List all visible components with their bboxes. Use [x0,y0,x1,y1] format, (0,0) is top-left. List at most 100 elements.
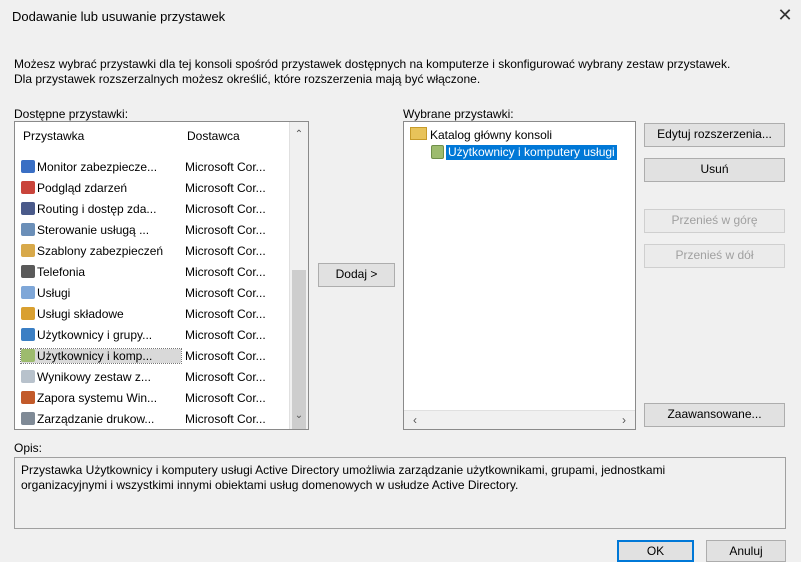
snapin-vendor: Microsoft Cor... [185,391,266,405]
add-button[interactable]: Dodaj > [318,263,395,287]
move-up-button[interactable]: Przenieś w górę [644,209,785,233]
event-viewer-icon [21,181,35,194]
firewall-icon [21,391,35,404]
snapin-vendor: Microsoft Cor... [185,370,266,384]
print-management-icon [21,412,35,425]
list-item[interactable]: Użytkownicy i komp... Microsoft Cor... [15,347,290,366]
move-down-button[interactable]: Przenieś w dół [644,244,785,268]
ad-users-computers-icon [21,349,35,362]
cancel-button[interactable]: Anuluj [706,540,786,562]
available-snapins-label: Dostępne przystawki: [14,107,129,121]
snapin-name: Podgląd zdarzeń [21,181,181,195]
snapin-name-text: Zapora systemu Win... [37,391,158,405]
scrollbar-thumb[interactable] [292,270,306,429]
snapin-name-text: Usługi składowe [37,307,124,321]
edit-extensions-button[interactable]: Edytuj rozszerzenia... [644,123,785,147]
telephony-icon [21,265,35,278]
scroll-down-icon[interactable]: ⌄ [290,407,308,425]
scroll-up-icon[interactable]: ⌃ [290,126,308,144]
window-title: Dodawanie lub usuwanie przystawek [12,9,226,24]
list-item[interactable]: Użytkownicy i grupy... Microsoft Cor... [15,326,290,345]
description-label: Opis: [14,441,43,455]
ad-users-computers-icon [431,145,444,159]
ok-button[interactable]: OK [617,540,694,562]
snapin-vendor: Microsoft Cor... [185,181,266,195]
intro-text: Możesz wybrać przystawki dla tej konsoli… [14,57,794,87]
list-item[interactable]: Zarządzanie drukow... Microsoft Cor... [15,410,290,429]
snapin-name: Telefonia [21,265,181,279]
description-line-1: Przystawka Użytkownicy i komputery usług… [21,463,666,477]
snapin-name-text: Monitor zabezpiecze... [37,160,158,174]
snapin-name: Zarządzanie drukow... [21,412,181,426]
service-control-icon [21,223,35,236]
snapin-vendor: Microsoft Cor... [185,160,266,174]
snapin-name: Sterowanie usługą ... [21,223,181,237]
security-monitor-icon [21,160,35,173]
snapin-vendor: Microsoft Cor... [185,328,266,342]
selected-snapins-tree[interactable]: Katalog główny konsoli Użytkownicy i kom… [403,121,636,430]
list-item[interactable]: Zapora systemu Win... Microsoft Cor... [15,389,290,408]
column-header-snapin[interactable]: Przystawka [23,129,84,143]
tree-item-console-root[interactable]: Katalog główny konsoli [410,127,552,142]
remove-button[interactable]: Usuń [644,158,785,182]
snapin-vendor: Microsoft Cor... [185,412,266,426]
selected-snapins-label: Wybrane przystawki: [403,107,514,121]
routing-icon [21,202,35,215]
snapin-name-text: Szablony zabezpieczeń [37,244,164,258]
list-item[interactable]: Usługi składowe Microsoft Cor... [15,305,290,324]
description-line-2: organizacyjnymi i wszystkimi innymi obie… [21,478,519,492]
vertical-scrollbar[interactable]: ⌃ ⌄ [289,122,308,429]
snapin-vendor: Microsoft Cor... [185,265,266,279]
snapin-name-text: Wynikowy zestaw z... [37,370,151,384]
snapin-name: Szablony zabezpieczeń [21,244,181,258]
list-item[interactable]: Monitor zabezpiecze... Microsoft Cor... [15,158,290,177]
snapin-name-text: Zarządzanie drukow... [37,412,155,426]
list-item[interactable]: Usługi Microsoft Cor... [15,284,290,303]
security-templates-icon [21,244,35,257]
list-item[interactable]: Routing i dostęp zda... Microsoft Cor... [15,200,290,219]
horizontal-scrollbar[interactable]: ‹ › [404,410,635,429]
list-item[interactable]: Sterowanie usługą ... Microsoft Cor... [15,221,290,240]
snapin-name: Wynikowy zestaw z... [21,370,181,384]
intro-line-1: Możesz wybrać przystawki dla tej konsoli… [14,57,731,71]
snapin-name: Usługi składowe [21,307,181,321]
list-item[interactable]: Szablony zabezpieczeń Microsoft Cor... [15,242,290,261]
tree-item-label: Katalog główny konsoli [430,128,553,142]
snapin-name-text: Podgląd zdarzeń [37,181,128,195]
snapin-name-text: Użytkownicy i komp... [37,349,153,363]
description-box: Przystawka Użytkownicy i komputery usług… [14,457,786,529]
tree-item-label: Użytkownicy i komputery usługi [446,145,617,160]
intro-line-2: Dla przystawek rozszerzalnych możesz okr… [14,72,481,86]
close-icon[interactable]: ✕ [774,4,796,26]
list-item[interactable]: Telefonia Microsoft Cor... [15,263,290,282]
available-snapins-list[interactable]: Przystawka Dostawca Monitor zabezpiecze.… [14,121,309,430]
column-header-vendor[interactable]: Dostawca [187,129,240,143]
snapin-name: Zapora systemu Win... [21,391,181,405]
list-header: Przystawka Dostawca [15,122,290,146]
component-services-icon [21,307,35,320]
snapin-name-text: Użytkownicy i grupy... [37,328,153,342]
advanced-button[interactable]: Zaawansowane... [644,403,785,427]
snapin-vendor: Microsoft Cor... [185,244,266,258]
services-icon [21,286,35,299]
snapin-name: Monitor zabezpiecze... [21,160,181,174]
scroll-left-icon[interactable]: ‹ [406,411,424,429]
snapin-name: Użytkownicy i grupy... [21,328,181,342]
users-groups-icon [21,328,35,341]
snapin-vendor: Microsoft Cor... [185,202,266,216]
snapin-vendor: Microsoft Cor... [185,307,266,321]
tree-item-ad-users-computers[interactable]: Użytkownicy i komputery usługi [431,145,635,163]
snapin-vendor: Microsoft Cor... [185,223,266,237]
snapin-name: Użytkownicy i komp... [20,348,182,364]
snapin-name: Usługi [21,286,181,300]
snapin-vendor: Microsoft Cor... [185,286,266,300]
snapin-name: Routing i dostęp zda... [21,202,181,216]
rsop-icon [21,370,35,383]
snapin-name-text: Sterowanie usługą ... [37,223,150,237]
snapin-name-text: Routing i dostęp zda... [37,202,157,216]
list-item[interactable]: Podgląd zdarzeń Microsoft Cor... [15,179,290,198]
scroll-right-icon[interactable]: › [615,411,633,429]
folder-icon [410,127,427,140]
snapin-name-text: Telefonia [37,265,86,279]
list-item[interactable]: Wynikowy zestaw z... Microsoft Cor... [15,368,290,387]
